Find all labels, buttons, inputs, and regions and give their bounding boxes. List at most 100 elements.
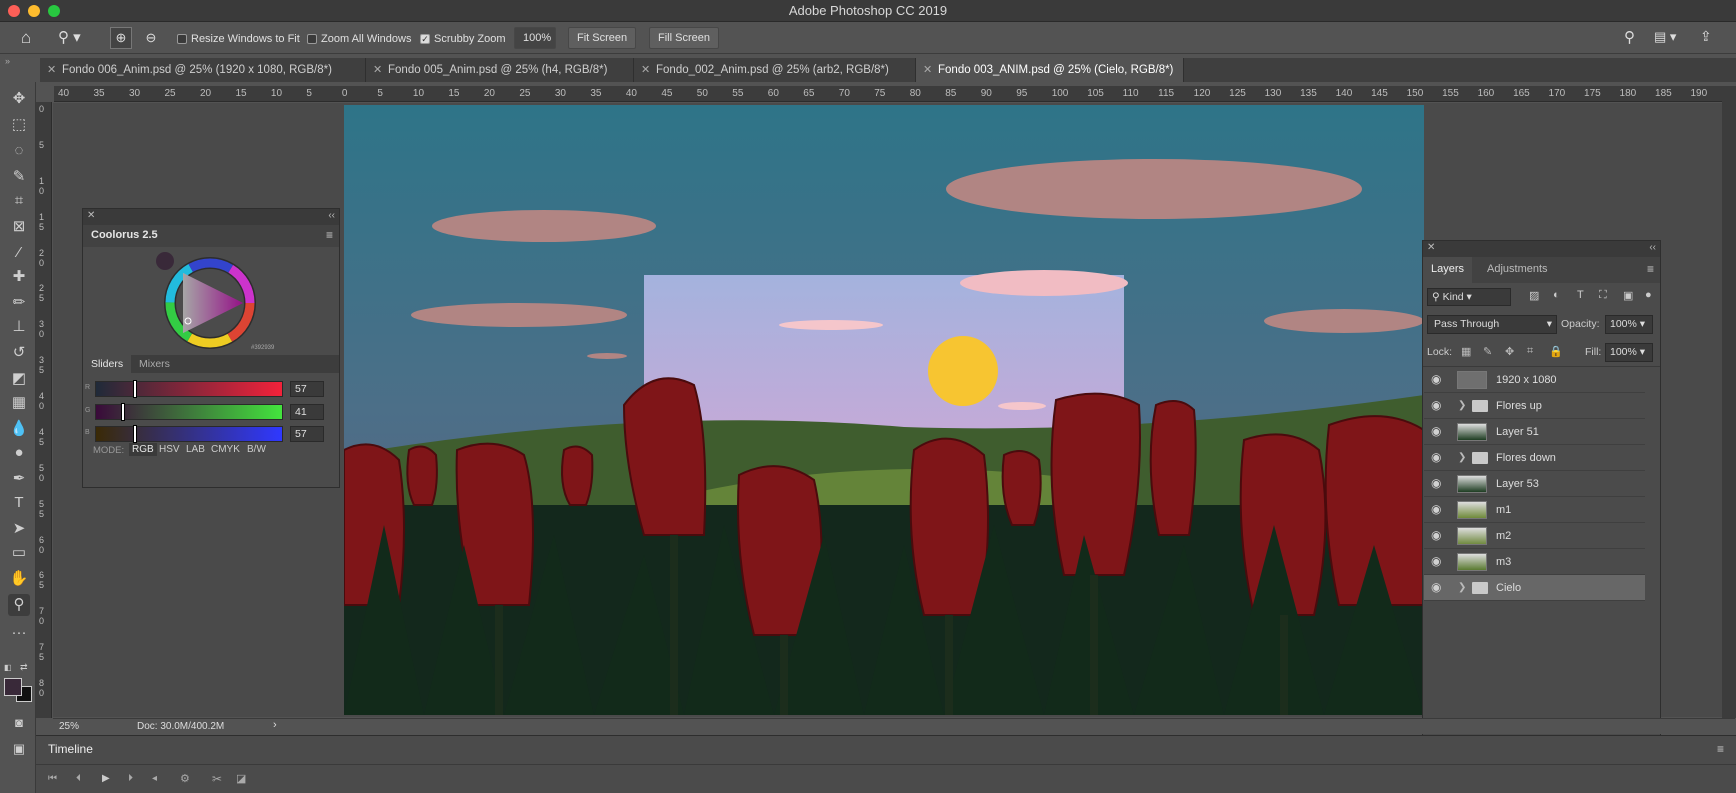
slider-r[interactable]: R 57 (83, 378, 324, 400)
lock-transparency-icon[interactable]: ▦ (1461, 345, 1471, 358)
type-filter-icon[interactable]: T (1577, 289, 1584, 301)
tab-sliders[interactable]: Sliders (83, 355, 132, 373)
split-scissors-icon[interactable]: ✂ (212, 772, 222, 786)
zoom-in-icon[interactable]: ⊕ (110, 27, 132, 49)
play-icon[interactable]: ▶ (102, 773, 110, 784)
zoom-all-windows-checkbox[interactable]: Zoom All Windows (307, 32, 411, 46)
slider-handle[interactable] (133, 380, 137, 398)
visibility-eye-icon[interactable]: ◉ (1431, 555, 1445, 567)
visibility-eye-icon[interactable]: ◉ (1431, 581, 1445, 593)
home-icon[interactable]: ⌂ (16, 28, 36, 48)
close-icon[interactable]: ✕ (923, 58, 932, 82)
expand-arrow-icon[interactable]: ❯ (1458, 393, 1466, 419)
scrubby-zoom-checkbox[interactable]: ✓ Scrubby Zoom (420, 32, 506, 46)
collapse-icon[interactable]: ‹‹ (1649, 242, 1656, 253)
filter-toggle-icon[interactable]: ● (1645, 289, 1652, 301)
panel-header[interactable]: ✕ ‹‹ (83, 209, 339, 225)
slider-value[interactable]: 57 (290, 426, 324, 442)
tab-fondo-005[interactable]: ✕ Fondo 005_Anim.psd @ 25% (h4, RGB/8*) (366, 58, 634, 82)
close-window-button[interactable] (8, 5, 20, 17)
frame-tool-icon[interactable]: ⊠ (8, 216, 30, 238)
close-icon[interactable]: ✕ (1427, 242, 1435, 253)
panel-menu-icon[interactable]: ≡ (326, 228, 333, 242)
move-tool-icon[interactable]: ✥ (8, 88, 30, 110)
layer-row[interactable]: ◉ Layer 53 (1424, 471, 1645, 497)
chevron-right-icon[interactable]: › (273, 719, 277, 731)
lock-pixels-icon[interactable]: ✎ (1483, 345, 1492, 358)
expand-arrow-icon[interactable]: ❯ (1458, 575, 1466, 601)
close-icon[interactable]: ✕ (47, 58, 56, 82)
transition-icon[interactable]: ◪ (236, 772, 246, 785)
lasso-tool-icon[interactable]: ◌ (8, 140, 30, 162)
mode-hsv[interactable]: HSV (159, 444, 180, 455)
healing-brush-tool-icon[interactable]: ✚ (8, 266, 30, 288)
slider-b[interactable]: B 57 (83, 423, 324, 445)
history-brush-tool-icon[interactable]: ↺ (8, 342, 30, 364)
eraser-tool-icon[interactable]: ◩ (8, 368, 30, 390)
visibility-eye-icon[interactable]: ◉ (1431, 503, 1445, 515)
fit-screen-button[interactable]: Fit Screen (568, 27, 637, 49)
screen-mode-icon[interactable]: ▣ (8, 738, 30, 760)
share-icon[interactable]: ⇪ (1700, 28, 1712, 45)
pixel-filter-icon[interactable]: ▨ (1529, 289, 1539, 302)
visibility-eye-icon[interactable]: ◉ (1431, 425, 1445, 437)
brush-tool-icon[interactable]: ✏ (8, 292, 30, 314)
first-frame-icon[interactable]: ⏮ (48, 773, 57, 784)
kind-filter-select[interactable]: ⚲ Kind ▾ (1427, 288, 1511, 306)
workspace-icon[interactable]: ▤ ▾ (1654, 29, 1676, 45)
close-icon[interactable]: ✕ (373, 58, 382, 82)
more-tools-icon[interactable]: ··· (8, 622, 30, 644)
blur-tool-icon[interactable]: 💧 (8, 418, 30, 440)
layer-row[interactable]: ◉ m1 (1424, 497, 1645, 523)
blend-mode-select[interactable]: Pass Through ▾ (1427, 315, 1557, 334)
close-icon[interactable]: ✕ (87, 210, 95, 221)
timeline-title[interactable]: Timeline (48, 742, 93, 756)
next-frame-icon[interactable]: ⏵ (128, 773, 133, 784)
audio-icon[interactable]: ◂ (152, 773, 157, 784)
zoom-tool-icon[interactable]: ⚲ (8, 594, 30, 616)
layer-group-row[interactable]: ◉ ❯ Flores down (1424, 445, 1645, 471)
visibility-eye-icon[interactable]: ◉ (1431, 477, 1445, 489)
zoom-window-button[interactable] (48, 5, 60, 17)
visibility-eye-icon[interactable]: ◉ (1431, 399, 1445, 411)
coolorus-title[interactable]: Coolorus 2.5 (91, 229, 158, 241)
tab-adjustments[interactable]: Adjustments (1487, 263, 1548, 275)
zoom-out-icon[interactable]: ⊖ (140, 27, 162, 49)
panel-menu-icon[interactable]: ≡ (1717, 742, 1724, 756)
crop-tool-icon[interactable]: ⌗ (8, 190, 30, 212)
collapse-icon[interactable]: ‹‹ (328, 210, 335, 221)
mode-lab[interactable]: LAB (186, 444, 205, 455)
panel-header[interactable]: ✕ ‹‹ (1423, 241, 1660, 257)
panel-menu-icon[interactable]: ≡ (1647, 262, 1654, 276)
slider-g[interactable]: G 41 (83, 401, 324, 423)
search-icon[interactable]: ⚲ (1624, 28, 1635, 46)
slider-handle[interactable] (133, 425, 137, 443)
quick-mask-icon[interactable]: ◙ (8, 712, 30, 734)
expand-arrow-icon[interactable]: ❯ (1458, 445, 1466, 471)
color-wheel-icon[interactable] (153, 251, 263, 355)
eyedropper-tool-icon[interactable]: ⁄ (8, 242, 30, 264)
layer-group-row[interactable]: ◉ ❯ Flores up (1424, 393, 1645, 419)
zoom-tool-preset-icon[interactable]: ⚲ ▾ (58, 28, 88, 48)
layer-row[interactable]: ◉ m3 (1424, 549, 1645, 575)
fill-field[interactable]: 100% ▾ (1605, 343, 1653, 362)
color-wheel-area[interactable]: #392939 (83, 247, 339, 355)
smart-object-filter-icon[interactable]: ▣ (1623, 289, 1633, 302)
clone-stamp-tool-icon[interactable]: ⊥ (8, 316, 30, 338)
minimize-window-button[interactable] (28, 5, 40, 17)
mode-rgb[interactable]: RGB (129, 443, 157, 456)
resize-windows-checkbox[interactable]: Resize Windows to Fit (177, 32, 300, 46)
slider-value[interactable]: 57 (290, 381, 324, 397)
tab-fondo-003[interactable]: ✕ Fondo 003_ANIM.psd @ 25% (Cielo, RGB/8*… (916, 58, 1184, 82)
mode-cmyk[interactable]: CMYK (211, 444, 240, 455)
mode-bw[interactable]: B/W (247, 444, 266, 455)
hand-tool-icon[interactable]: ✋ (8, 568, 30, 590)
marquee-tool-icon[interactable]: ⬚ (8, 114, 30, 136)
slider-value[interactable]: 41 (290, 404, 324, 420)
dodge-tool-icon[interactable]: ● (8, 442, 30, 464)
tab-layers[interactable]: Layers (1423, 257, 1473, 283)
layer-row[interactable]: ◉ m2 (1424, 523, 1645, 549)
layer-row[interactable]: ◉ 1920 x 1080 (1424, 367, 1645, 393)
lock-all-icon[interactable]: 🔒 (1549, 345, 1563, 358)
shape-filter-icon[interactable]: ⛶ (1599, 289, 1607, 302)
